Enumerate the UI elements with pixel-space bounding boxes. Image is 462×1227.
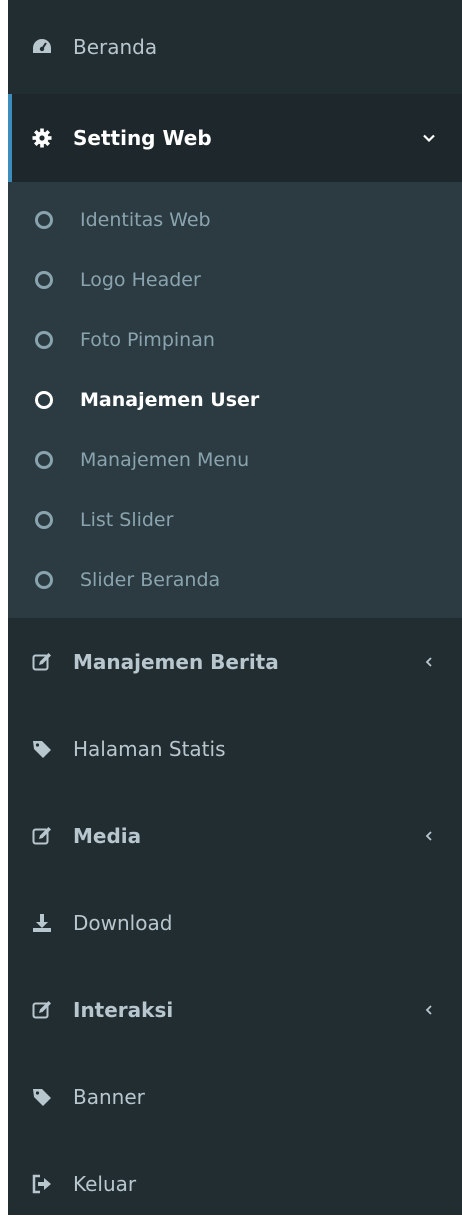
submenu-item-logo-header[interactable]: Logo Header: [8, 250, 462, 310]
submenu-item-label: Manajemen User: [80, 389, 260, 411]
submenu-item-label: List Slider: [80, 509, 174, 531]
circle-outline-icon: [35, 331, 53, 349]
menu-item-manajemen-berita[interactable]: Manajemen Berita: [8, 618, 462, 705]
menu-item-halaman-statis[interactable]: Halaman Statis: [8, 705, 462, 792]
download-icon: [31, 912, 53, 934]
menu-item-setting-web[interactable]: Setting Web: [8, 94, 462, 182]
tag-icon: [31, 738, 53, 760]
edit-icon: [31, 651, 53, 673]
menu-item-download[interactable]: Download: [8, 879, 462, 966]
sidebar: Beranda Setting Web Identitas Web Logo H…: [8, 0, 462, 1215]
circle-outline-icon: [35, 511, 53, 529]
menu-item-beranda[interactable]: Beranda: [8, 0, 462, 94]
submenu-item-manajemen-user[interactable]: Manajemen User: [8, 370, 462, 430]
chevron-left-icon: [422, 655, 462, 669]
menu-item-label: Halaman Statis: [73, 736, 226, 761]
gear-icon: [31, 127, 53, 149]
menu-item-banner[interactable]: Banner: [8, 1053, 462, 1140]
submenu-item-slider-beranda[interactable]: Slider Beranda: [8, 550, 462, 610]
chevron-left-icon: [422, 829, 462, 843]
submenu-item-label: Identitas Web: [80, 209, 211, 231]
circle-outline-icon: [35, 571, 53, 589]
menu-item-media[interactable]: Media: [8, 792, 462, 879]
menu-item-label: Beranda: [73, 35, 158, 59]
submenu-item-label: Slider Beranda: [80, 569, 221, 591]
circle-outline-icon: [35, 391, 53, 409]
dashboard-icon: [31, 36, 53, 58]
edit-icon: [31, 825, 53, 847]
tag-icon: [31, 1086, 53, 1108]
edit-icon: [31, 999, 53, 1021]
submenu-item-label: Foto Pimpinan: [80, 329, 215, 351]
sign-out-icon: [31, 1173, 53, 1195]
submenu-item-identitas-web[interactable]: Identitas Web: [8, 190, 462, 250]
menu-item-label: Setting Web: [73, 126, 212, 150]
menu-item-label: Banner: [73, 1084, 145, 1109]
submenu-item-label: Logo Header: [80, 269, 201, 291]
submenu-item-foto-pimpinan[interactable]: Foto Pimpinan: [8, 310, 462, 370]
submenu-item-manajemen-menu[interactable]: Manajemen Menu: [8, 430, 462, 490]
submenu-item-label: Manajemen Menu: [80, 449, 250, 471]
menu-item-label: Manajemen Berita: [73, 649, 279, 674]
submenu-setting-web: Identitas Web Logo Header Foto Pimpinan …: [8, 182, 462, 618]
circle-outline-icon: [35, 451, 53, 469]
menu-item-keluar[interactable]: Keluar: [8, 1140, 462, 1227]
circle-outline-icon: [35, 271, 53, 289]
menu-item-label: Download: [73, 910, 173, 935]
submenu-item-list-slider[interactable]: List Slider: [8, 490, 462, 550]
circle-outline-icon: [35, 211, 53, 229]
menu-item-interaksi[interactable]: Interaksi: [8, 966, 462, 1053]
menu-item-label: Interaksi: [73, 997, 174, 1022]
menu-item-label: Media: [73, 823, 142, 848]
chevron-down-icon: [422, 131, 462, 145]
menu-item-label: Keluar: [73, 1171, 137, 1196]
chevron-left-icon: [422, 1003, 462, 1017]
